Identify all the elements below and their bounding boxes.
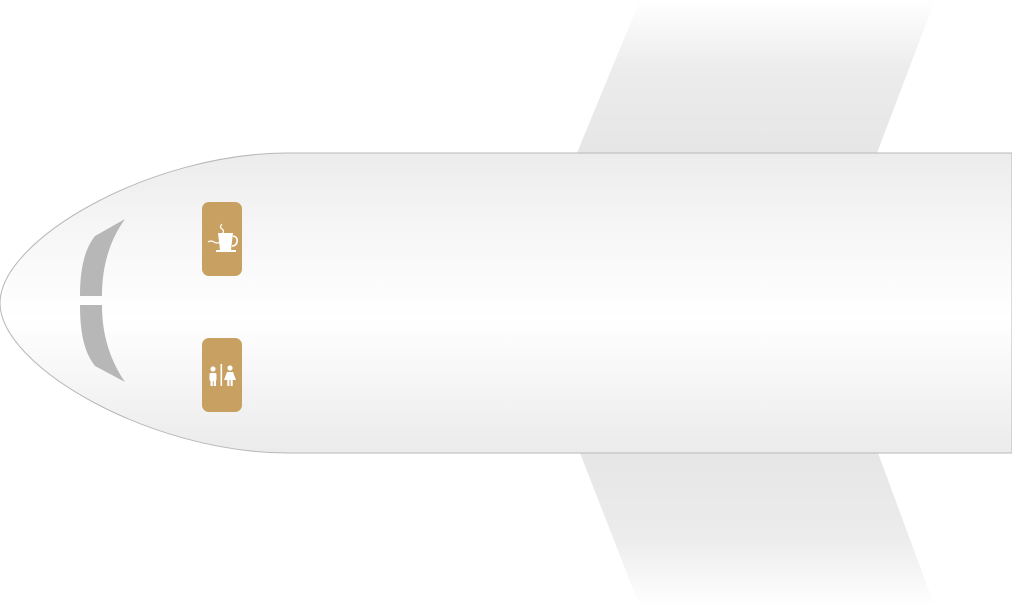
aircraft-seat-map (0, 0, 1012, 607)
wing-top (577, 0, 935, 153)
fuselage (0, 152, 1012, 454)
wing-bottom (580, 453, 935, 607)
aircraft-drawing (0, 0, 1012, 607)
galley-badge[interactable] (202, 202, 242, 276)
lavatory-badge[interactable] (202, 338, 242, 412)
